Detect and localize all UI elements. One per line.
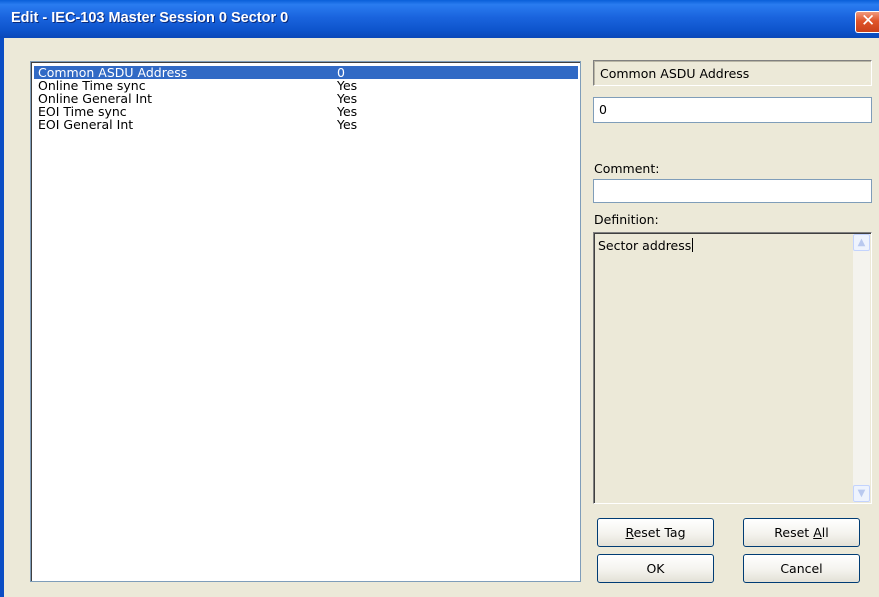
list-item[interactable]: EOI General Int Yes — [34, 118, 578, 131]
list-item-name: EOI General Int — [38, 117, 134, 132]
definition-scrollbar[interactable]: ▲ ▼ — [853, 234, 870, 502]
reset-all-label-a: Reset — [774, 525, 814, 540]
scroll-up-arrow-icon[interactable]: ▲ — [853, 234, 870, 251]
comment-field[interactable] — [593, 179, 872, 203]
definition-label: Definition: — [594, 212, 659, 227]
definition-text: Sector address — [598, 238, 692, 253]
reset-all-accel: A — [813, 525, 822, 540]
window-frame-left — [0, 38, 4, 597]
reset-tag-button[interactable]: Reset Tag — [597, 518, 714, 547]
value-field[interactable]: 0 — [593, 97, 872, 123]
comment-label: Comment: — [594, 161, 660, 176]
window-title: Edit - IEC-103 Master Session 0 Sector 0 — [11, 10, 289, 26]
definition-textarea[interactable]: Sector address ▲ ▼ — [593, 232, 872, 504]
close-icon: ✕ — [861, 11, 876, 31]
reset-tag-accel: R — [625, 525, 634, 540]
selected-tag-name: Common ASDU Address — [593, 60, 872, 86]
title-bar: Edit - IEC-103 Master Session 0 Sector 0… — [0, 0, 879, 38]
reset-tag-label-b: eset Tag — [633, 525, 686, 540]
scroll-down-arrow-icon[interactable]: ▼ — [853, 485, 870, 502]
parameter-list[interactable]: Common ASDU Address 0 Online Time sync Y… — [30, 61, 581, 582]
reset-all-button[interactable]: Reset All — [743, 518, 860, 547]
text-caret — [692, 238, 694, 252]
cancel-button[interactable]: Cancel — [743, 554, 860, 583]
ok-button[interactable]: OK — [597, 554, 714, 583]
reset-all-label-b: ll — [821, 525, 829, 540]
close-button[interactable]: ✕ — [855, 11, 879, 33]
list-item-value: Yes — [337, 117, 358, 132]
